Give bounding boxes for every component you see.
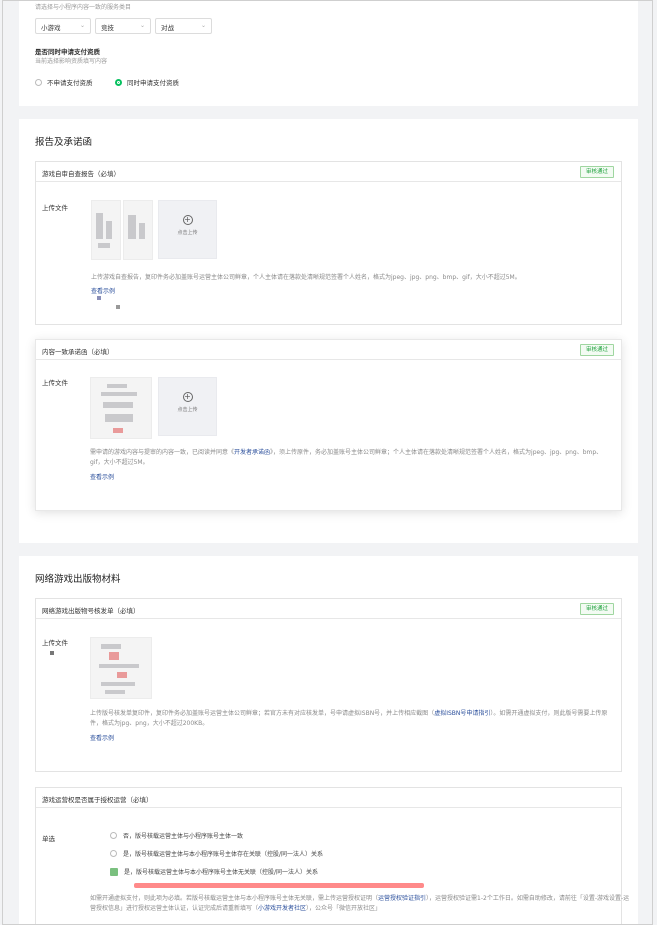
- category-select-2-value: 竞技: [101, 24, 114, 32]
- section-title-publish: 网络游戏出版物材料: [35, 574, 121, 585]
- plus-icon: +: [182, 392, 193, 402]
- status-badge: 审核通过: [579, 344, 614, 356]
- consistency-card: 内容一致承诺函（必填） 审核通过 上传文件 + 点击上传 需申请的游戏内容与提审…: [35, 339, 622, 511]
- license-option-2[interactable]: 是，版号核载运营主体与本小程序账号主体存在关联（控股/同一法人）关系: [110, 849, 323, 858]
- upload-description: 上传版号核发单复印件，复印件务必加盖账号运营主体公司鲜章；若官方未有对应核发单，…: [90, 709, 618, 729]
- uploaded-file-thumbnail[interactable]: [123, 200, 153, 260]
- description-text: 上传版号核发单复印件，复印件务必加盖账号运营主体公司鲜章；若官方未有对应核发单，…: [90, 710, 435, 717]
- chevron-down-icon: ⌄: [79, 22, 85, 29]
- plus-icon: +: [182, 215, 193, 225]
- upload-button[interactable]: + 点击上传: [158, 377, 217, 436]
- license-option-label: 是，版号核载运营主体与本小程序账号主体无关联（控股/同一法人）关系: [124, 869, 319, 876]
- card-title: 游戏运营权是否属于授权运营（必填）: [42, 796, 153, 804]
- license-option-1[interactable]: 否，版号核载运营主体与小程序账号主体一致: [110, 831, 243, 840]
- radio-no-payment-label: 不申请支付资质: [47, 79, 93, 87]
- payment-hint: 当前选择影响资质填写内容: [35, 58, 108, 65]
- radio-circle-icon: [35, 78, 42, 86]
- redacted-field: [134, 883, 424, 888]
- card-header: 内容一致承诺函（必填） 审核通过: [36, 340, 621, 360]
- section-title-report: 报告及承诺函: [35, 137, 93, 148]
- card-title: 网络游戏出版物号核发单（必填）: [42, 607, 140, 615]
- single-choice-label: 单选: [42, 835, 55, 843]
- description-text: 需申请的游戏内容与提审的内容一致，已阅读并同意《: [90, 449, 235, 456]
- uploaded-file-thumbnail[interactable]: [90, 377, 152, 439]
- isbn-card: 网络游戏出版物号核发单（必填） 审核通过 上传文件 上传版号核发单复印件，复印件…: [35, 598, 622, 772]
- report-panel: 报告及承诺函 游戏自审自查报告（必填） 审核通过 上传文件 + 点击上传 上传游…: [19, 119, 638, 543]
- upload-label: 上传文件: [42, 639, 68, 647]
- redaction-mark: [97, 296, 101, 300]
- isbn-guide-link[interactable]: 虚拟ISBN号申请指引: [434, 710, 490, 717]
- view-example-link[interactable]: 查看示例: [90, 733, 114, 742]
- payment-label: 是否同时申请支付资质: [35, 48, 100, 56]
- upload-button-label: 点击上传: [177, 407, 198, 413]
- description-text: 如需开通虚拟支付，则此项为必填。若版号核载运营主体与本小程序账号主体无关联，需上…: [90, 895, 379, 902]
- chevron-down-icon: ⌄: [200, 22, 206, 29]
- redaction-mark: [50, 651, 54, 655]
- license-option-label: 否，版号核载运营主体与小程序账号主体一致: [123, 833, 244, 840]
- uploaded-file-thumbnail[interactable]: [91, 200, 121, 260]
- view-example-link[interactable]: 查看示例: [91, 286, 115, 295]
- radio-selected-icon: [115, 78, 122, 86]
- developer-community-link[interactable]: 小游戏开发者社区: [258, 905, 306, 912]
- upload-description: 需申请的游戏内容与提审的内容一致，已阅读并同意《开发者承诺函》，须上传原件，务必…: [90, 448, 615, 468]
- license-option-3[interactable]: 是，版号核载运营主体与本小程序账号主体无关联（控股/同一法人）关系: [110, 867, 318, 876]
- category-panel: 请选择与小程序内容一致的服务类目 小游戏 ⌄ 竞技 ⌄ 对战 ⌄ 是否同时申请支…: [19, 0, 638, 106]
- uploaded-file-thumbnail[interactable]: [90, 637, 152, 699]
- category-select-1-value: 小游戏: [41, 24, 61, 32]
- category-select-2[interactable]: 竞技 ⌄: [95, 18, 151, 34]
- status-badge: 审核通过: [579, 603, 614, 615]
- description-text: ），公众号「微信开放社区」: [306, 905, 382, 912]
- radio-with-payment[interactable]: 同时申请支付资质: [115, 77, 179, 87]
- license-guide-link[interactable]: 运营授权验证指引: [378, 895, 426, 902]
- license-description: 如需开通虚拟支付，则此项为必填。若版号核载运营主体与本小程序账号主体无关联，需上…: [90, 894, 630, 914]
- upload-button-label: 点击上传: [177, 230, 198, 236]
- radio-circle-icon: [110, 832, 117, 839]
- card-title: 内容一致承诺函（必填）: [42, 348, 114, 356]
- radio-selected-icon: [110, 867, 118, 876]
- publish-panel: 网络游戏出版物材料 网络游戏出版物号核发单（必填） 审核通过 上传文件 上传版号…: [19, 556, 638, 925]
- view-example-link[interactable]: 查看示例: [90, 472, 114, 481]
- license-option-label: 是，版号核载运营主体与本小程序账号主体存在关联（控股/同一法人）关系: [123, 851, 324, 858]
- upload-button[interactable]: + 点击上传: [158, 200, 217, 259]
- category-select-1[interactable]: 小游戏 ⌄: [35, 18, 91, 34]
- self-check-card: 游戏自审自查报告（必填） 审核通过 上传文件 + 点击上传 上传游戏自查报告，复…: [35, 161, 622, 325]
- radio-no-payment[interactable]: 不申请支付资质: [35, 77, 93, 87]
- card-title: 游戏自审自查报告（必填）: [42, 170, 120, 178]
- card-header: 游戏自审自查报告（必填） 审核通过: [36, 162, 621, 182]
- category-hint: 请选择与小程序内容一致的服务类目: [35, 4, 132, 11]
- status-badge: 审核通过: [579, 166, 614, 178]
- upload-label: 上传文件: [42, 204, 68, 212]
- redaction-mark: [116, 305, 120, 309]
- upload-description: 上传游戏自查报告，复印件务必加盖账号运营主体公司鲜章，个人主体请在落款处清晰规范…: [91, 274, 521, 281]
- license-card: 游戏运营权是否属于授权运营（必填） 单选 否，版号核载运营主体与小程序账号主体一…: [35, 787, 629, 925]
- developer-pledge-link[interactable]: 开发者承诺函: [234, 449, 270, 456]
- card-header: 网络游戏出版物号核发单（必填） 审核通过: [36, 599, 621, 619]
- radio-circle-icon: [110, 850, 117, 857]
- chevron-down-icon: ⌄: [139, 22, 145, 29]
- card-header: 游戏运营权是否属于授权运营（必填）: [36, 788, 621, 808]
- category-select-3-value: 对战: [161, 24, 174, 32]
- radio-with-payment-label: 同时申请支付资质: [127, 79, 179, 87]
- category-select-3[interactable]: 对战 ⌄: [155, 18, 212, 34]
- upload-label: 上传文件: [42, 379, 68, 387]
